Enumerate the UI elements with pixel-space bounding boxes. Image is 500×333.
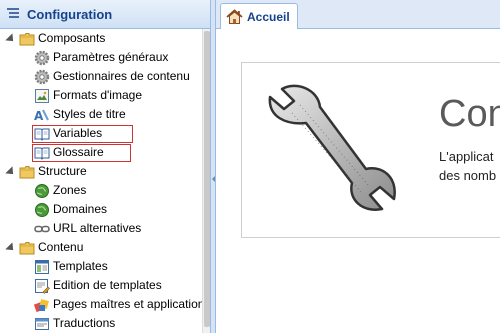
tree-group-label: Structure bbox=[38, 164, 87, 178]
panel-title: Configuration bbox=[27, 6, 113, 22]
tree-list-icon bbox=[6, 7, 22, 21]
gear-icon bbox=[34, 50, 50, 66]
welcome-description: L'applicat des nomb bbox=[439, 147, 496, 185]
tree-group-structure[interactable]: Structure bbox=[0, 162, 202, 181]
tree-item-label: Glossaire bbox=[53, 145, 104, 159]
tree-group-composants[interactable]: Composants bbox=[0, 29, 202, 48]
tree-item-traductions[interactable]: Traductions bbox=[0, 314, 202, 333]
tree-item-zones[interactable]: Zones bbox=[0, 181, 202, 200]
tree-item-variables[interactable]: Variables bbox=[0, 124, 202, 143]
collapse-arrow-icon[interactable] bbox=[212, 176, 215, 182]
tab-label: Accueil bbox=[247, 9, 290, 24]
tree-group-contenu[interactable]: Contenu bbox=[0, 238, 202, 257]
tree-group-label: Contenu bbox=[38, 240, 84, 254]
tree-item-label: Paramètres généraux bbox=[53, 50, 169, 64]
tree-group-label: Composants bbox=[38, 31, 106, 45]
tree-item-formats-image[interactable]: Formats d'image bbox=[0, 86, 202, 105]
wrench-icon bbox=[268, 84, 396, 211]
expand-toggle-icon[interactable] bbox=[5, 243, 15, 253]
home-content: Con L'applicat des nomb bbox=[216, 29, 500, 333]
book-icon bbox=[34, 126, 50, 142]
tree-item-label: Domaines bbox=[53, 202, 108, 216]
tree-item-domaines[interactable]: Domaines bbox=[0, 200, 202, 219]
expand-toggle-icon[interactable] bbox=[5, 167, 15, 177]
tree-item-pages-maitres[interactable]: Pages maîtres et applications bbox=[0, 295, 202, 314]
edit-template-icon bbox=[34, 278, 50, 294]
tree-item-label: Pages maîtres et applications bbox=[53, 297, 202, 311]
folder-icon bbox=[19, 31, 35, 47]
tree-item-edition-de-templates[interactable]: Edition de templates bbox=[0, 276, 202, 295]
home-icon bbox=[226, 8, 243, 25]
description-line: des nomb bbox=[439, 168, 497, 183]
tree-item-gestionnaires-de-contenu[interactable]: Gestionnaires de contenu bbox=[0, 67, 202, 86]
tree-item-label: Styles de titre bbox=[53, 107, 126, 121]
tree-scrollbar[interactable] bbox=[202, 29, 210, 333]
tree-item-glossaire[interactable]: Glossaire bbox=[0, 143, 202, 162]
tree-item-parametres-generaux[interactable]: Paramètres généraux bbox=[0, 48, 202, 67]
tree-item-url-alternatives[interactable]: URL alternatives bbox=[0, 219, 202, 238]
scrollbar-thumb[interactable] bbox=[204, 31, 210, 327]
main-area: Accueil Con L'appli bbox=[216, 0, 500, 333]
highlight-box: Glossaire bbox=[32, 143, 131, 162]
app-window: Configuration Composants Paramètres géné… bbox=[0, 0, 500, 333]
configuration-panel: Configuration Composants Paramètres géné… bbox=[0, 0, 211, 333]
expand-toggle-icon[interactable] bbox=[5, 34, 15, 44]
globe-icon bbox=[34, 202, 50, 218]
book-icon bbox=[34, 145, 50, 161]
tree-item-label: URL alternatives bbox=[53, 221, 142, 235]
tree-item-label: Zones bbox=[53, 183, 87, 197]
translations-icon bbox=[34, 316, 50, 332]
image-icon bbox=[34, 88, 50, 104]
tree-item-label: Edition de templates bbox=[53, 278, 162, 292]
tree-item-label: Variables bbox=[53, 126, 103, 140]
description-line: L'applicat bbox=[439, 149, 494, 164]
title-style-icon: A bbox=[34, 107, 50, 123]
tree-item-label: Gestionnaires de contenu bbox=[53, 69, 190, 83]
globe-icon bbox=[34, 183, 50, 199]
tree-item-styles-de-titre[interactable]: A Styles de titre bbox=[0, 105, 202, 124]
tree-item-templates[interactable]: Templates bbox=[0, 257, 202, 276]
master-pages-icon bbox=[34, 297, 50, 313]
welcome-title: Con bbox=[439, 93, 500, 135]
tree-item-label: Templates bbox=[53, 259, 108, 273]
highlight-box: Variables bbox=[32, 124, 134, 143]
template-icon bbox=[34, 259, 50, 275]
panel-header: Configuration bbox=[0, 0, 210, 29]
navigation-tree: Composants Paramètres généraux Gestionna… bbox=[0, 29, 202, 333]
tab-bar: Accueil bbox=[216, 0, 500, 29]
gear-icon bbox=[34, 69, 50, 85]
tree-item-label: Traductions bbox=[53, 316, 116, 330]
folder-icon bbox=[19, 240, 35, 256]
welcome-panel: Con L'applicat des nomb bbox=[241, 62, 500, 238]
tree-item-label: Formats d'image bbox=[53, 88, 142, 102]
folder-icon bbox=[19, 164, 35, 180]
link-icon bbox=[34, 221, 50, 237]
tab-accueil[interactable]: Accueil bbox=[220, 3, 298, 29]
